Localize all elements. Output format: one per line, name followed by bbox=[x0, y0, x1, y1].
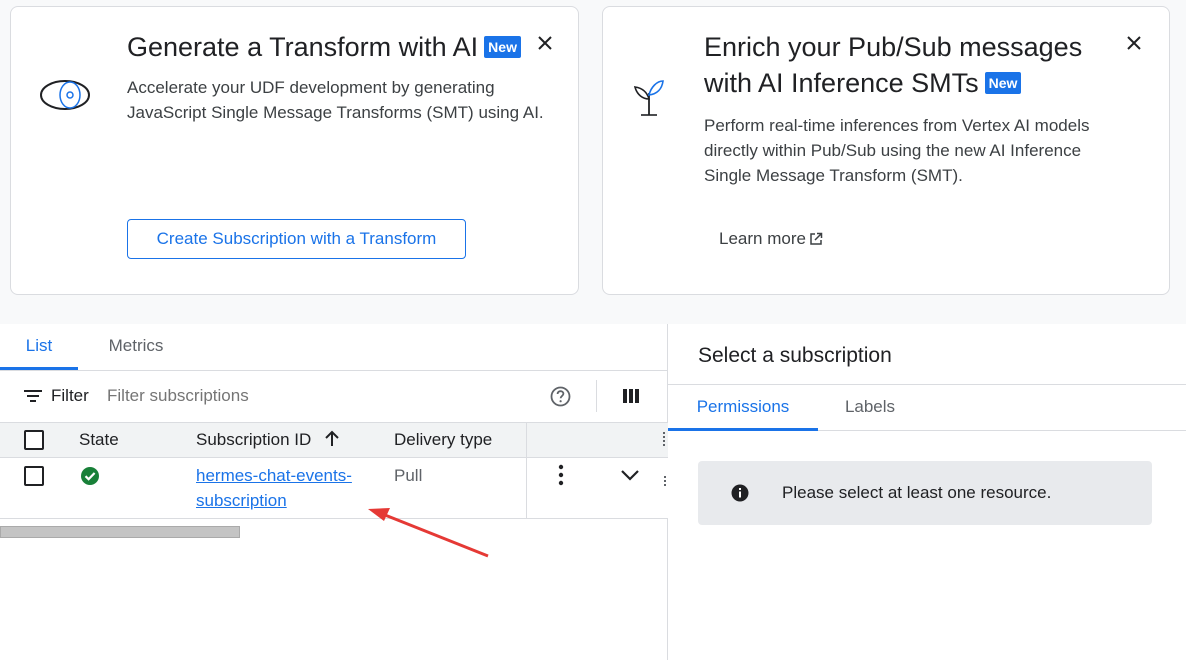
column-resize-handle[interactable] bbox=[663, 432, 666, 446]
card-title-line1: Enrich your Pub/Sub messages bbox=[704, 32, 1083, 62]
filter-icon bbox=[24, 390, 42, 402]
card-description: Accelerate your UDF development by gener… bbox=[127, 78, 544, 122]
column-divider bbox=[526, 423, 527, 458]
sprout-icon bbox=[629, 77, 669, 117]
close-button[interactable] bbox=[531, 29, 559, 57]
more-vert-icon[interactable] bbox=[556, 463, 566, 487]
card-title: Generate a Transform with AI New bbox=[127, 29, 521, 65]
filter-label: Filter bbox=[51, 386, 89, 405]
info-message-box: Please select at least one resource. bbox=[698, 461, 1152, 525]
status-ok-icon bbox=[81, 467, 99, 485]
info-icon bbox=[731, 484, 749, 502]
tab-metrics[interactable]: Metrics bbox=[88, 324, 184, 370]
eye-icon bbox=[39, 79, 91, 111]
tab-list[interactable]: List bbox=[0, 324, 78, 370]
scrollbar-thumb[interactable] bbox=[0, 526, 240, 538]
close-icon bbox=[1127, 36, 1141, 50]
column-header-label: Subscription ID bbox=[196, 430, 312, 449]
horizontal-scrollbar[interactable] bbox=[0, 526, 668, 538]
external-link-icon bbox=[810, 232, 823, 245]
row-overflow-marker bbox=[664, 476, 666, 486]
select-all-checkbox[interactable] bbox=[24, 430, 44, 450]
filter-input[interactable] bbox=[107, 384, 407, 408]
card-title-line2-text: with AI Inference SMTs bbox=[704, 68, 979, 98]
column-header-state[interactable]: State bbox=[79, 423, 119, 457]
table-header: State Subscription ID Delivery type bbox=[0, 422, 668, 458]
card-description: Perform real-time inferences from Vertex… bbox=[704, 116, 1090, 185]
tab-permissions[interactable]: Permissions bbox=[668, 385, 818, 431]
create-subscription-transform-button[interactable]: Create Subscription with a Transform bbox=[127, 219, 466, 259]
column-header-delivery-type[interactable]: Delivery type bbox=[394, 423, 492, 457]
learn-more-link[interactable]: Learn more bbox=[719, 227, 823, 251]
close-button[interactable] bbox=[1120, 29, 1148, 57]
delivery-type-value: Pull bbox=[394, 466, 423, 485]
column-display-icon[interactable] bbox=[623, 388, 639, 404]
subscription-id-link[interactable]: hermes-chat-events-subscription bbox=[196, 463, 366, 513]
info-message-text: Please select at least one resource. bbox=[782, 483, 1052, 502]
close-icon bbox=[538, 36, 552, 50]
tab-labels[interactable]: Labels bbox=[818, 385, 922, 431]
promo-card-transform: Generate a Transform with AI New Accelera… bbox=[10, 6, 579, 295]
detail-panel-title: Select a subscription bbox=[698, 344, 892, 367]
promo-card-inference: Enrich your Pub/Sub messages with AI Inf… bbox=[602, 6, 1170, 295]
detail-tabs: Permissions Labels bbox=[668, 384, 1186, 431]
subscriptions-list-panel: List Metrics Filter State Subscription I… bbox=[0, 324, 668, 660]
learn-more-label: Learn more bbox=[719, 229, 806, 248]
help-icon[interactable] bbox=[550, 386, 571, 407]
toolbar-divider bbox=[596, 380, 597, 412]
sort-ascending-icon[interactable] bbox=[324, 430, 340, 447]
table-row: hermes-chat-events-subscription Pull bbox=[0, 458, 668, 519]
card-title-text: Generate a Transform with AI bbox=[127, 32, 479, 62]
column-divider bbox=[526, 458, 527, 518]
card-title: Enrich your Pub/Sub messages with AI Inf… bbox=[704, 29, 1082, 101]
row-checkbox[interactable] bbox=[24, 466, 44, 486]
card-title-line2: with AI Inference SMTs New bbox=[704, 65, 1082, 101]
chevron-down-icon[interactable] bbox=[620, 468, 640, 482]
new-badge: New bbox=[984, 72, 1022, 94]
column-header-subscription-id[interactable]: Subscription ID bbox=[196, 423, 340, 457]
subscription-detail-panel: Select a subscription Permissions Labels… bbox=[668, 324, 1186, 660]
filter-bar: Filter bbox=[0, 370, 668, 422]
new-badge: New bbox=[484, 36, 521, 58]
